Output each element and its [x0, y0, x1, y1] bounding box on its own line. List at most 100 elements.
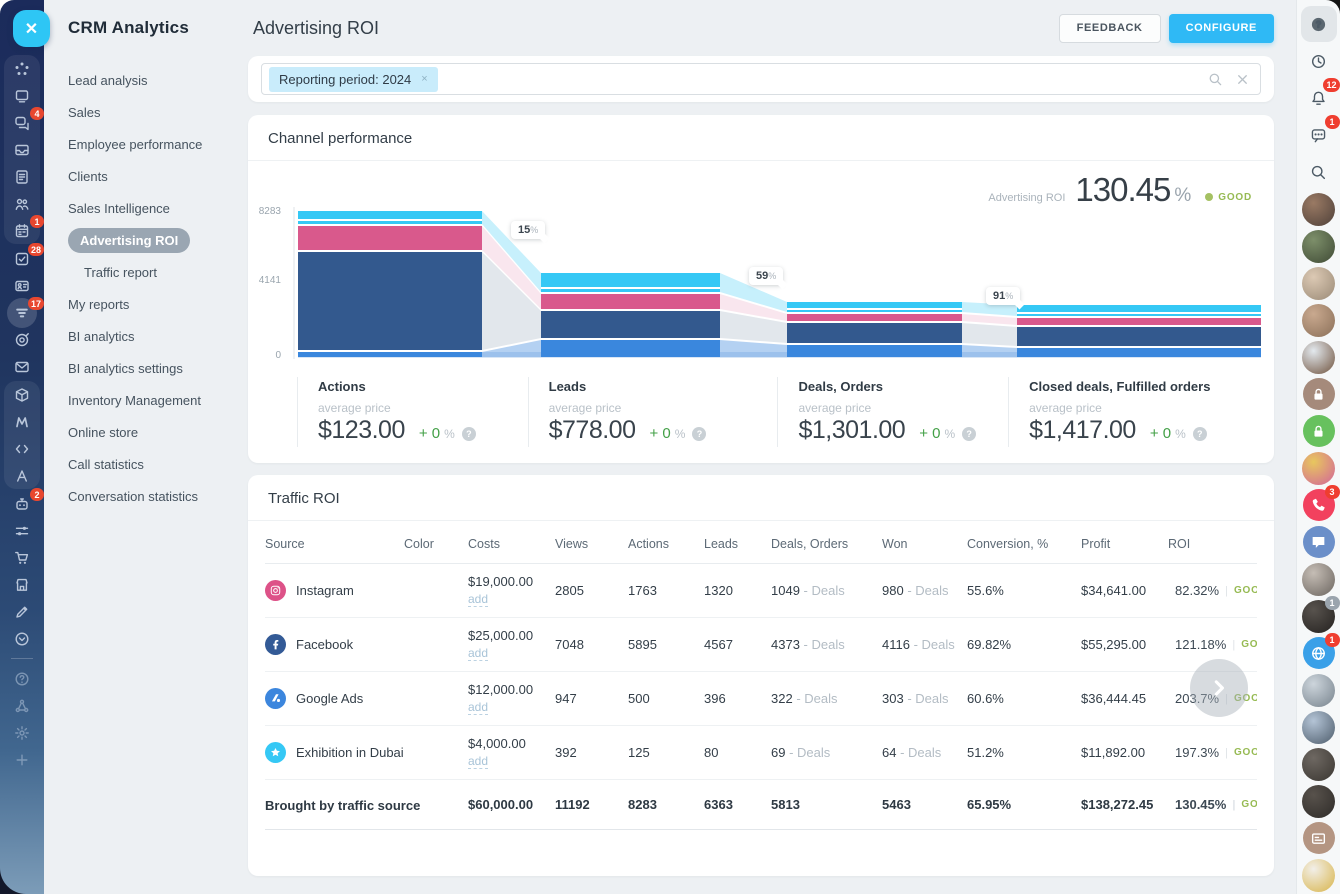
add-cost-link[interactable]: add: [468, 592, 488, 607]
rail-button-robot[interactable]: 2: [4, 490, 40, 517]
sidebar-item-lead-analysis[interactable]: Lead analysis: [44, 64, 248, 96]
question-icon[interactable]: ?: [692, 427, 706, 441]
chip-close-icon[interactable]: ×: [421, 73, 427, 85]
question-icon[interactable]: ?: [1193, 427, 1207, 441]
sidebar-item-online-store[interactable]: Online store: [44, 416, 248, 448]
rail-button-help-filled[interactable]: ?: [1301, 6, 1337, 42]
user-avatar[interactable]: [1301, 709, 1337, 745]
chat-dots-outline-icon: [1310, 127, 1327, 144]
source-name: Facebook: [296, 637, 353, 652]
rail-button-letter-a[interactable]: [4, 462, 40, 489]
sidebar: CRM Analytics Lead analysisSalesEmployee…: [44, 0, 248, 894]
table-row-instagram: Instagram$19,000.00add2805176313201049 -…: [265, 564, 1257, 618]
chat-dots-icon: [1303, 526, 1335, 558]
user-avatar[interactable]: [1301, 265, 1337, 301]
clear-search-icon[interactable]: [1235, 72, 1250, 87]
rail-button-target[interactable]: [4, 326, 40, 353]
rail-button-pencil[interactable]: [4, 598, 40, 625]
rail-button-plus[interactable]: [4, 746, 40, 773]
sidebar-item-conversation-statistics[interactable]: Conversation statistics: [44, 480, 248, 512]
sidebar-item-bi-analytics[interactable]: BI analytics: [44, 320, 248, 352]
rail-button-funnel[interactable]: 17: [4, 299, 40, 326]
channel-performance-title: Channel performance: [248, 115, 1274, 161]
left-icon-rail: 4 128 17 2: [0, 0, 44, 894]
deals-cell: 322 - Deals: [771, 691, 882, 706]
sidebar-item-inventory-management[interactable]: Inventory Management: [44, 384, 248, 416]
rail-button-cart[interactable]: [4, 544, 40, 571]
question-icon[interactable]: ?: [462, 427, 476, 441]
sidebar-item-sales-intelligence[interactable]: Sales Intelligence: [44, 192, 248, 224]
rail-button-sliders[interactable]: [4, 517, 40, 544]
rail-button-chevron-down[interactable]: [4, 625, 40, 652]
add-cost-link[interactable]: add: [468, 700, 488, 715]
rail-button-chat-dots-outline[interactable]: 1: [1301, 117, 1337, 153]
user-avatar[interactable]: [1301, 228, 1337, 264]
users-icon: [14, 196, 30, 212]
feedback-button[interactable]: FEEDBACK: [1059, 14, 1161, 43]
page-title: Advertising ROI: [253, 18, 1059, 39]
rail-button-contact-card[interactable]: [4, 272, 40, 299]
avatar: [1302, 452, 1335, 485]
rail-button-calendar[interactable]: 1: [4, 217, 40, 244]
sidebar-item-traffic-report[interactable]: Traffic report: [44, 256, 248, 288]
rail-button-code[interactable]: [4, 435, 40, 462]
user-avatar[interactable]: [1301, 857, 1337, 893]
rail-button-box[interactable]: [4, 381, 40, 408]
rail-button-store[interactable]: [4, 571, 40, 598]
sidebar-item-advertising-roi[interactable]: Advertising ROI: [44, 224, 248, 256]
scroll-next-button[interactable]: [1190, 659, 1248, 717]
user-avatar[interactable]: [1301, 783, 1337, 819]
rail-button-help[interactable]: [4, 665, 40, 692]
rail-button-gear[interactable]: [4, 719, 40, 746]
roi-status-label: GOOD: [1218, 192, 1252, 203]
question-icon[interactable]: ?: [962, 427, 976, 441]
rail-button-logo-m[interactable]: [4, 408, 40, 435]
notification-badge: 28: [28, 243, 44, 256]
rail-button-document[interactable]: [4, 163, 40, 190]
total-roi-cell: 130.45%|GOOD: [1168, 797, 1257, 812]
rail-button-card[interactable]: [1301, 820, 1337, 856]
close-panel-button[interactable]: ✕: [13, 10, 50, 47]
rail-button-nodes[interactable]: [4, 692, 40, 719]
add-cost-link[interactable]: add: [468, 754, 488, 769]
user-avatar[interactable]: 1: [1301, 598, 1337, 634]
rail-button-bell[interactable]: 12: [1301, 80, 1337, 116]
rail-button-phone[interactable]: 3: [1301, 487, 1337, 523]
rail-button-search[interactable]: [1301, 154, 1337, 190]
notification-badge: 12: [1323, 78, 1339, 92]
sidebar-item-sales[interactable]: Sales: [44, 96, 248, 128]
filter-search-input[interactable]: Reporting period: 2024 ×: [261, 63, 1261, 95]
user-avatar[interactable]: [1301, 450, 1337, 486]
rail-button-globe[interactable]: 1: [1301, 635, 1337, 671]
rail-button-apps[interactable]: [4, 55, 40, 82]
user-avatar[interactable]: [1301, 672, 1337, 708]
user-avatar[interactable]: [1301, 561, 1337, 597]
search-icon[interactable]: [1208, 72, 1223, 87]
user-avatar[interactable]: [1301, 302, 1337, 338]
user-avatar[interactable]: [1301, 746, 1337, 782]
rail-button-tasks[interactable]: 28: [4, 245, 40, 272]
deals-cell: 1049 - Deals: [771, 583, 882, 598]
sidebar-item-employee-performance[interactable]: Employee performance: [44, 128, 248, 160]
rail-button-history[interactable]: [1301, 43, 1337, 79]
user-avatar[interactable]: [1301, 191, 1337, 227]
rail-button-monitor[interactable]: [4, 82, 40, 109]
rail-button-inbox[interactable]: [4, 136, 40, 163]
rail-button-lock[interactable]: [1301, 413, 1337, 449]
filter-chip[interactable]: Reporting period: 2024 ×: [269, 67, 438, 92]
sidebar-item-my-reports[interactable]: My reports: [44, 288, 248, 320]
sidebar-item-call-statistics[interactable]: Call statistics: [44, 448, 248, 480]
configure-button[interactable]: CONFIGURE: [1169, 14, 1274, 43]
rail-button-chat[interactable]: 4: [4, 109, 40, 136]
add-cost-link[interactable]: add: [468, 646, 488, 661]
sidebar-item-bi-analytics-settings[interactable]: BI analytics settings: [44, 352, 248, 384]
sidebar-item-clients[interactable]: Clients: [44, 160, 248, 192]
rail-button-lock[interactable]: [1301, 376, 1337, 412]
deals-cell: 4373 - Deals: [771, 637, 882, 652]
right-icon-rail: ?121311: [1296, 0, 1340, 894]
actions-cell: 500: [628, 691, 704, 706]
rail-button-users[interactable]: [4, 190, 40, 217]
user-avatar[interactable]: [1301, 339, 1337, 375]
rail-button-mail[interactable]: [4, 353, 40, 380]
rail-button-chat-dots[interactable]: [1301, 524, 1337, 560]
